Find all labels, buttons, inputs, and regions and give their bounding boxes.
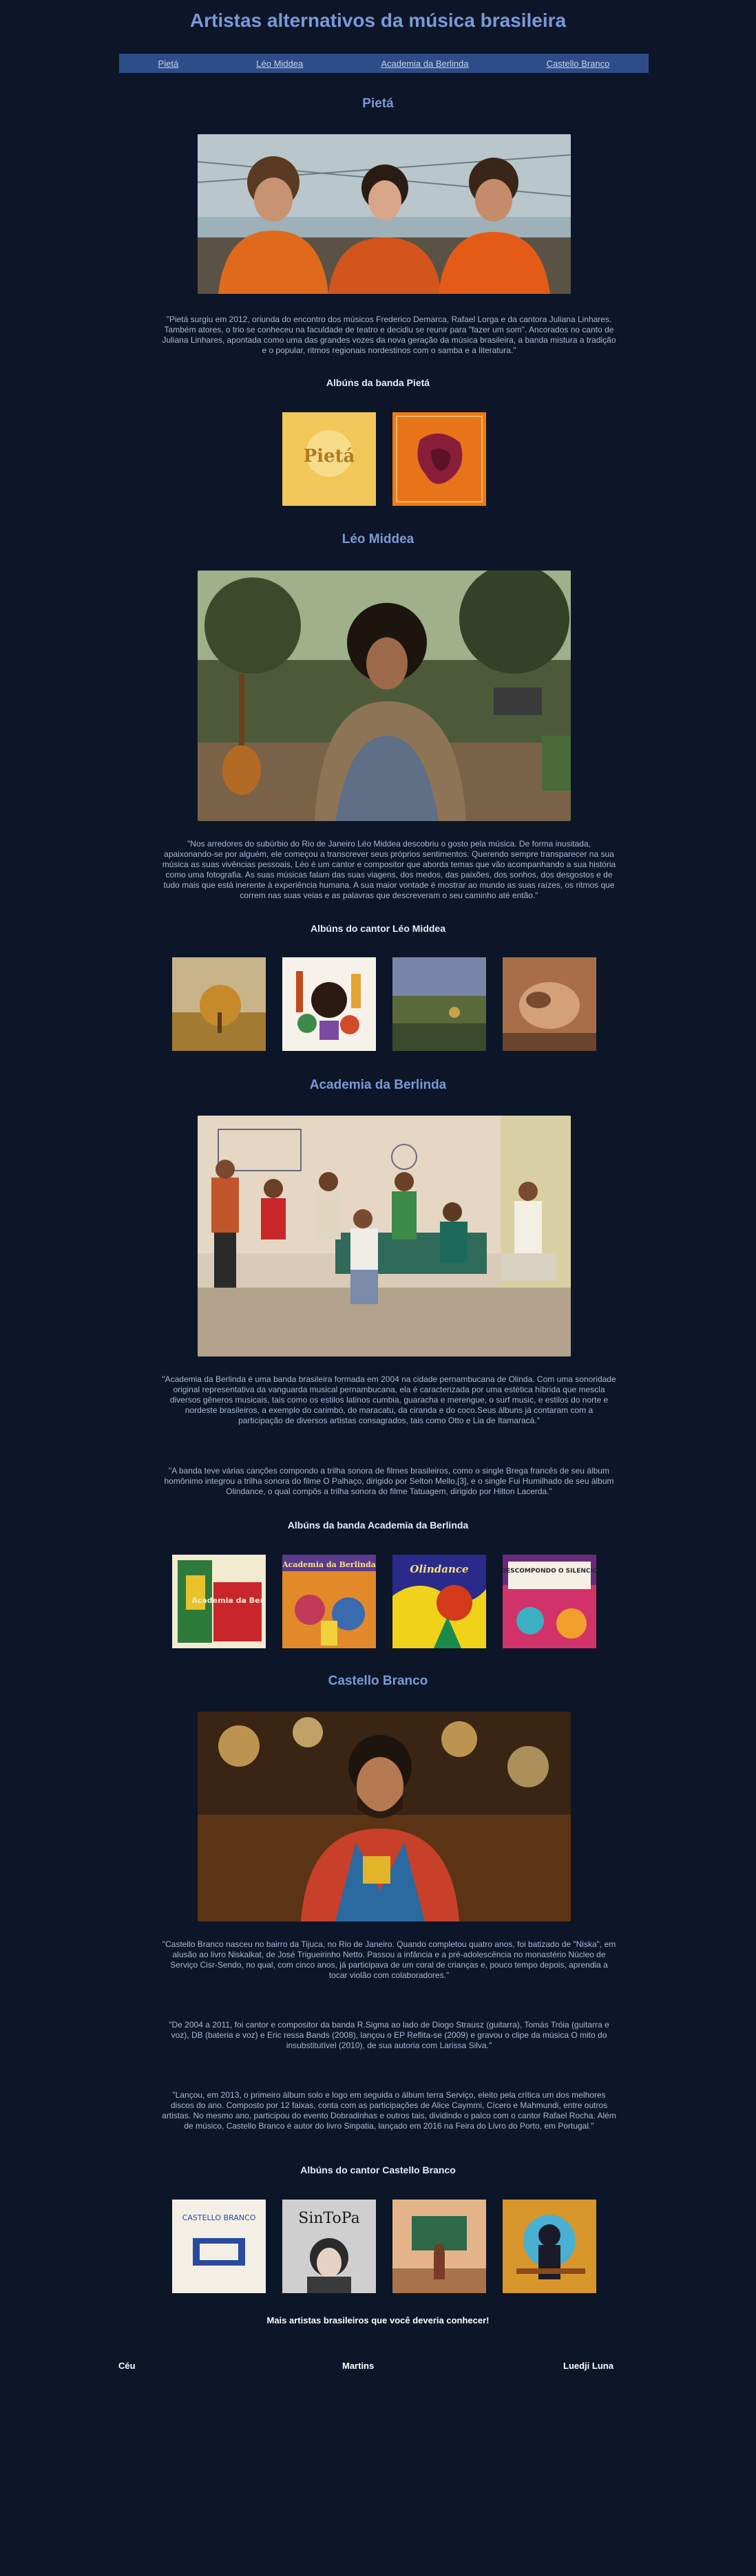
leo-middea-albums-title: Albúns do cantor Léo Middea bbox=[310, 923, 445, 934]
section-title-leo-middea: Léo Middea bbox=[342, 532, 414, 546]
castello-branco-bio-paragraph-1: "Castello Branco nasceu no bairro da Tij… bbox=[162, 1939, 616, 1980]
leo-middea-album-cover-4[interactable] bbox=[503, 957, 596, 1051]
leo-middea-album-cover-3[interactable] bbox=[392, 957, 486, 1051]
pieta-album-1-text: Pietá bbox=[304, 446, 355, 467]
academia-da-berlinda-bio-paragraph-1: "Academia da Berlinda é uma banda brasil… bbox=[162, 1374, 616, 1425]
pieta-album-cover-1[interactable]: Pietá bbox=[282, 412, 376, 506]
pieta-albums-title: Albúns da banda Pietá bbox=[326, 377, 430, 388]
pieta-album-cover-2[interactable] bbox=[392, 412, 486, 506]
academia-da-berlinda-album-cover-2[interactable]: Academia da Berlinda bbox=[282, 1555, 376, 1648]
nav-link-pieta[interactable]: Pietá bbox=[158, 58, 179, 69]
academia-album-2-text: Academia da Berlinda bbox=[282, 1560, 376, 1569]
castello-branco-photo bbox=[198, 1712, 571, 1922]
leo-middea-bio-paragraph: "Nos arredores do subúrbio do Rio de Jan… bbox=[162, 839, 616, 900]
castello-branco-album-cover-2[interactable]: SinToPa bbox=[282, 2200, 376, 2293]
academia-da-berlinda-bio-paragraph-2: "A banda teve várias canções compondo a … bbox=[164, 1466, 614, 1496]
academia-da-berlinda-album-cover-1[interactable]: Academia da Berlinda bbox=[172, 1555, 266, 1648]
castello-branco-bio-paragraph-3: "Lançou, em 2013, o primeiro álbum solo … bbox=[162, 2090, 616, 2131]
more-artists-title: Mais artistas brasileiros que você dever… bbox=[266, 2315, 490, 2325]
academia-da-berlinda-album-cover-4[interactable]: DESCOMPONDO O SILENCIO bbox=[503, 1555, 596, 1648]
leo-middea-photo bbox=[198, 571, 571, 821]
leo-middea-album-cover-2[interactable] bbox=[282, 957, 376, 1051]
castello-branco-albums-title: Albúns do cantor Castello Branco bbox=[300, 2164, 456, 2175]
pieta-band-photo bbox=[198, 134, 571, 294]
castello-branco-album-cover-3[interactable] bbox=[392, 2200, 486, 2293]
top-navbar: Pietá Léo Middea Academia da Berlinda Ca… bbox=[119, 54, 649, 73]
section-title-pieta: Pietá bbox=[362, 96, 394, 111]
pieta-bio-paragraph: "Pietá surgiu em 2012, oriunda do encont… bbox=[162, 315, 616, 355]
castello-album-2-text: SinToPa bbox=[298, 2210, 359, 2227]
academia-da-berlinda-band-photo bbox=[198, 1116, 571, 1356]
section-title-castello-branco: Castello Branco bbox=[328, 1674, 428, 1688]
castello-branco-album-cover-1[interactable]: CASTELLO BRANCO bbox=[172, 2200, 266, 2293]
more-artist-ceu[interactable]: Céu bbox=[118, 2361, 136, 2371]
academia-album-3-text: Olindance bbox=[410, 1563, 468, 1575]
nav-link-academia-da-berlinda[interactable]: Academia da Berlinda bbox=[381, 58, 468, 69]
nav-link-leo-middea[interactable]: Léo Middea bbox=[256, 58, 303, 69]
academia-da-berlinda-albums-title: Albúns da banda Academia da Berlinda bbox=[287, 1520, 469, 1531]
section-title-academia-da-berlinda: Academia da Berlinda bbox=[309, 1078, 447, 1092]
leo-middea-album-cover-1[interactable] bbox=[172, 957, 266, 1051]
academia-da-berlinda-album-cover-3[interactable]: Olindance bbox=[392, 1555, 486, 1648]
page-title: Artistas alternativos da música brasilei… bbox=[189, 10, 567, 31]
academia-album-1-text: Academia da Berlinda bbox=[191, 1596, 266, 1605]
castello-branco-bio-paragraph-2: "De 2004 a 2011, foi cantor e compositor… bbox=[169, 2020, 609, 2050]
more-artist-luedji-luna[interactable]: Luedji Luna bbox=[563, 2361, 613, 2371]
academia-album-4-text: DESCOMPONDO O SILENCIO bbox=[503, 1568, 596, 1575]
more-artist-martins[interactable]: Martins bbox=[342, 2361, 374, 2371]
nav-link-castello-branco[interactable]: Castello Branco bbox=[547, 58, 610, 69]
castello-album-1-text: CASTELLO BRANCO bbox=[182, 2213, 256, 2222]
castello-branco-album-cover-4[interactable] bbox=[503, 2200, 596, 2293]
